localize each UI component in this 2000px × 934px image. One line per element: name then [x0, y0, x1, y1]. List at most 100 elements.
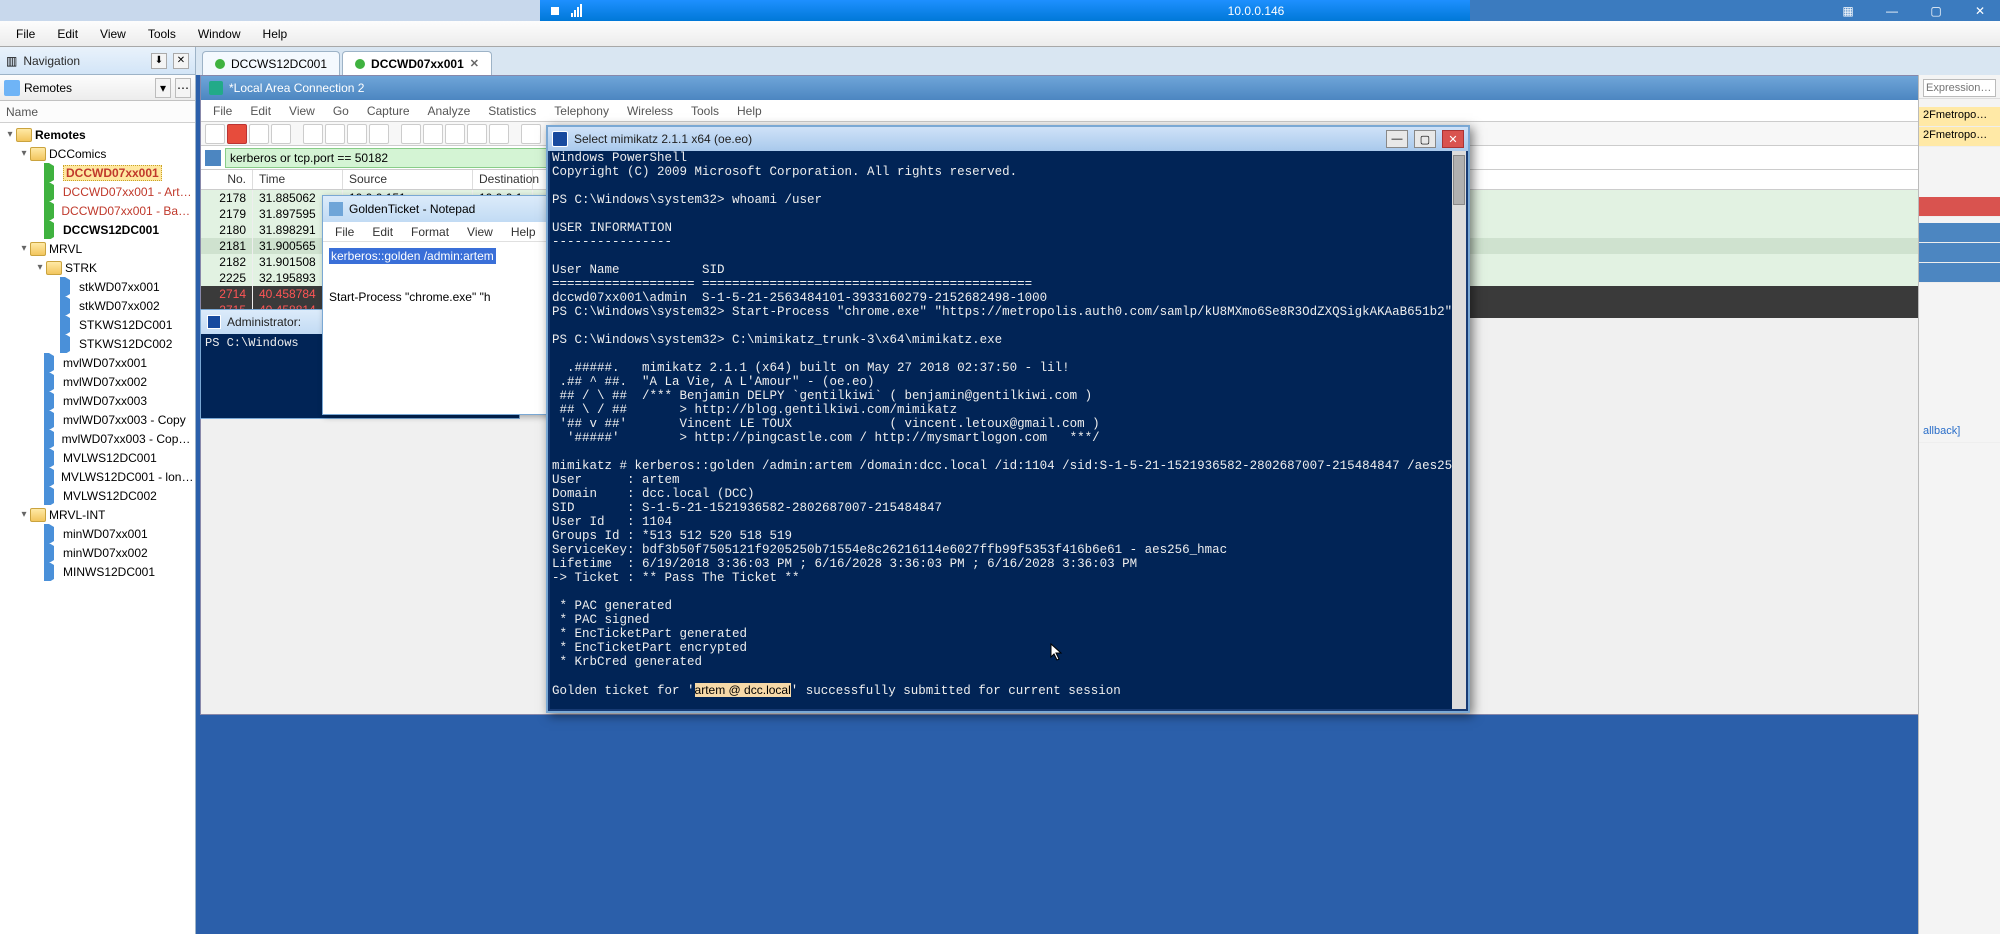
rs-cell-alert[interactable] [1919, 197, 2000, 217]
expression-input[interactable] [1923, 79, 1996, 97]
np-menu-file[interactable]: File [327, 224, 362, 240]
outer-window-controls: ▦ — ▢ ✕ [1470, 0, 2000, 21]
ws-tool-button[interactable] [205, 124, 225, 144]
np-menu-edit[interactable]: Edit [364, 224, 401, 240]
mimikatz-console-window[interactable]: Select mimikatz 2.1.1 x64 (oe.eo) — ▢ ✕ … [546, 125, 1470, 713]
ws-menu-file[interactable]: File [205, 102, 240, 120]
tree-item[interactable]: mvlWD07xx003 - Copy - … [0, 429, 195, 448]
rs-cell-info[interactable] [1919, 243, 2000, 263]
tree-group[interactable]: ▾MRVL-INT [0, 505, 195, 524]
ws-menu-capture[interactable]: Capture [359, 102, 418, 120]
tree-item[interactable]: DCCWD07xx001 - Artem [0, 182, 195, 201]
ws-tool-button[interactable] [489, 124, 509, 144]
wireshark-filter-input[interactable] [225, 148, 555, 168]
sidebar-pin-button[interactable]: ⬇ [151, 53, 167, 69]
ws-menu-telephony[interactable]: Telephony [546, 102, 617, 120]
ws-tool-button[interactable] [347, 124, 367, 144]
tree-item[interactable]: mvlWD07xx001 [0, 353, 195, 372]
ws-tool-button[interactable] [401, 124, 421, 144]
ws-stop-button[interactable] [227, 124, 247, 144]
tree-item[interactable]: DCCWS12DC001 [0, 220, 195, 239]
ws-menu-analyze[interactable]: Analyze [420, 102, 479, 120]
ws-tool-button[interactable] [303, 124, 323, 144]
ws-tool-button[interactable] [369, 124, 389, 144]
tree-root[interactable]: ▾Remotes [0, 125, 195, 144]
outer-grid-icon[interactable]: ▦ [1836, 2, 1860, 20]
ws-tool-button[interactable] [423, 124, 443, 144]
tab-close-button[interactable]: ✕ [470, 57, 479, 70]
expression-search[interactable] [1919, 75, 2000, 99]
menu-view[interactable]: View [90, 24, 136, 44]
ws-tool-button[interactable] [467, 124, 487, 144]
remotes-menu-button[interactable]: ⋯ [175, 78, 191, 98]
tree-item[interactable]: mvlWD07xx002 [0, 372, 195, 391]
ws-tool-button[interactable] [325, 124, 345, 144]
ws-tool-button[interactable] [445, 124, 465, 144]
session-tab[interactable]: DCCWS12DC001 [202, 51, 340, 75]
ws-tool-button[interactable] [271, 124, 291, 144]
ws-menu-help[interactable]: Help [729, 102, 770, 120]
menu-window[interactable]: Window [188, 24, 251, 44]
ws-menu-edit[interactable]: Edit [242, 102, 279, 120]
np-menu-view[interactable]: View [459, 224, 501, 240]
mimikatz-console-output[interactable]: Windows PowerShell Copyright (C) 2009 Mi… [550, 151, 1452, 709]
rs-cell-info[interactable] [1919, 223, 2000, 243]
menu-file[interactable]: File [6, 24, 45, 44]
tree-item[interactable]: MINWS12DC001 [0, 562, 195, 581]
wireshark-title: *Local Area Connection 2 [229, 81, 364, 95]
menu-help[interactable]: Help [253, 24, 298, 44]
window-maximize-button[interactable]: ▢ [1414, 130, 1436, 148]
tree-item[interactable]: stkWD07xx002 [0, 296, 195, 315]
tree-group[interactable]: ▾MRVL [0, 239, 195, 258]
tree-item[interactable]: DCCWD07xx001 [0, 163, 195, 182]
ws-tool-button[interactable] [249, 124, 269, 144]
tree-item[interactable]: MVLWS12DC001 - long user [0, 467, 195, 486]
tree-group[interactable]: ▾DCComics [0, 144, 195, 163]
rs-cell[interactable]: 2Fmetropo… [1919, 107, 2000, 127]
rs-link[interactable]: allback] [1919, 423, 2000, 443]
np-menu-help[interactable]: Help [503, 224, 544, 240]
scrollbar-thumb[interactable] [1453, 155, 1465, 205]
tree-item[interactable]: MVLWS12DC001 [0, 448, 195, 467]
menu-edit[interactable]: Edit [47, 24, 88, 44]
remote-host-label: 10.0.0.146 [1228, 4, 1285, 18]
tree-item[interactable]: STKWS12DC001 [0, 315, 195, 334]
outer-maximize-button[interactable]: ▢ [1924, 2, 1948, 20]
session-tab-active[interactable]: DCCWD07xx001✕ [342, 51, 492, 75]
console-scrollbar[interactable] [1452, 151, 1466, 709]
notepad-icon [329, 202, 343, 216]
ws-menu-wireless[interactable]: Wireless [619, 102, 681, 120]
tree-item[interactable]: minWD07xx001 [0, 524, 195, 543]
tree-item[interactable]: MVLWS12DC002 [0, 486, 195, 505]
tree-item[interactable]: minWD07xx002 [0, 543, 195, 562]
sidebar-close-button[interactable]: ✕ [173, 53, 189, 69]
mimikatz-titlebar[interactable]: Select mimikatz 2.1.1 x64 (oe.eo) — ▢ ✕ [548, 127, 1468, 151]
menu-tools[interactable]: Tools [138, 24, 186, 44]
ws-menu-view[interactable]: View [281, 102, 323, 120]
pin-icon[interactable] [548, 4, 562, 18]
remotes-tree[interactable]: ▾Remotes ▾DCComics DCCWD07xx001 DCCWD07x… [0, 123, 195, 934]
tree-item[interactable]: STKWS12DC002 [0, 334, 195, 353]
window-close-button[interactable]: ✕ [1442, 130, 1464, 148]
content-area: DCCWS12DC001 DCCWD07xx001✕ *Local Area C… [196, 47, 2000, 934]
wireshark-titlebar[interactable]: *Local Area Connection 2 [201, 76, 1995, 100]
tree-item[interactable]: mvlWD07xx003 - Copy [0, 410, 195, 429]
ws-menu-statistics[interactable]: Statistics [480, 102, 544, 120]
rs-cell-info[interactable] [1919, 263, 2000, 283]
wireshark-menubar: File Edit View Go Capture Analyze Statis… [201, 100, 1995, 122]
ws-tool-button[interactable] [521, 124, 541, 144]
ws-menu-tools[interactable]: Tools [683, 102, 727, 120]
remotes-dropdown-button[interactable]: ▾ [155, 78, 171, 98]
signal-icon [570, 4, 584, 18]
tree-item[interactable]: DCCWD07xx001 - Badgu… [0, 201, 195, 220]
outer-minimize-button[interactable]: — [1880, 2, 1904, 20]
sidebar-title: Navigation [23, 54, 145, 68]
tree-item[interactable]: mvlWD07xx003 [0, 391, 195, 410]
np-menu-format[interactable]: Format [403, 224, 457, 240]
outer-close-button[interactable]: ✕ [1968, 2, 1992, 20]
rs-cell[interactable]: 2Fmetropo… [1919, 127, 2000, 147]
ws-menu-go[interactable]: Go [325, 102, 357, 120]
tree-item[interactable]: stkWD07xx001 [0, 277, 195, 296]
tree-subgroup[interactable]: ▾STRK [0, 258, 195, 277]
window-minimize-button[interactable]: — [1386, 130, 1408, 148]
